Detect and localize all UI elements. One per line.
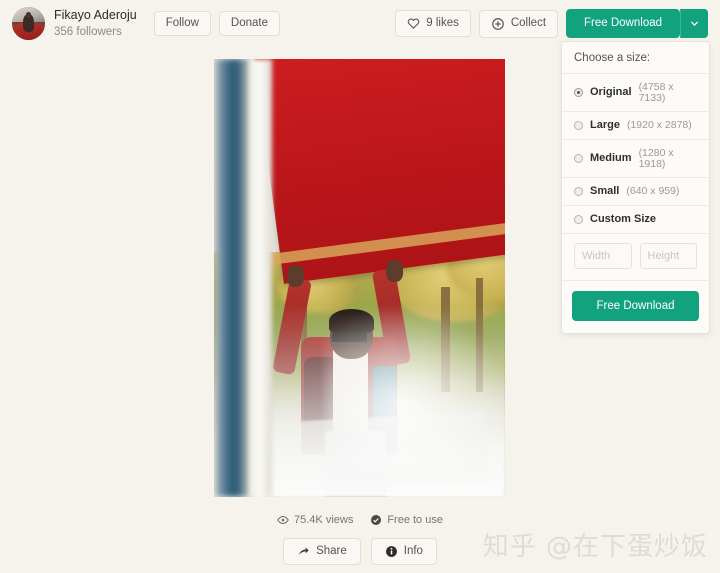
panel-free-download-button[interactable]: Free Download — [572, 291, 699, 321]
photo-image[interactable] — [214, 59, 505, 497]
size-option-dims: (640 x 959) — [626, 185, 680, 198]
size-option-label: Original — [590, 86, 632, 98]
custom-height-input[interactable] — [639, 243, 697, 269]
radio-icon-medium[interactable] — [574, 154, 583, 163]
size-option-label: Medium — [590, 152, 632, 164]
author-followers: 356 followers — [54, 26, 122, 39]
header-actions: 9 likes Collect Free Download — [395, 8, 708, 39]
info-button[interactable]: Info — [370, 538, 437, 565]
size-option-label: Small — [590, 185, 620, 197]
chevron-down-icon — [689, 18, 700, 29]
radio-icon-small[interactable] — [574, 187, 583, 196]
license-label: Free to use — [387, 514, 443, 526]
free-download-button[interactable]: Free Download — [566, 8, 680, 39]
collect-label: Collect — [510, 16, 547, 29]
custom-width-input[interactable] — [574, 243, 632, 269]
share-button[interactable]: Share — [283, 538, 361, 565]
size-option-dims: (1280 x 1918) — [638, 147, 674, 170]
size-option-dims: (1920 x 2878) — [626, 119, 692, 132]
size-option-custom[interactable]: Custom Size — [562, 206, 709, 234]
radio-icon-custom[interactable] — [574, 215, 583, 224]
license-stat: Free to use — [370, 514, 443, 526]
follow-button[interactable]: Follow — [153, 10, 211, 37]
size-panel-title: Choose a size: — [562, 42, 709, 74]
likes-label: 9 likes — [426, 16, 459, 29]
size-option-label: Custom Size — [590, 213, 657, 225]
collect-button[interactable]: Collect — [478, 9, 559, 38]
author-name: Fikayo Aderoju — [54, 7, 137, 22]
check-circle-icon — [370, 514, 382, 526]
photo-detail-page: Fikayo Aderoju 356 followers Follow Dona… — [0, 0, 720, 573]
free-download-dropdown-toggle[interactable] — [680, 8, 708, 39]
author-text: Fikayo Aderoju 356 followers — [54, 8, 137, 40]
photo-stats: 75.4K views Free to use — [0, 514, 720, 526]
size-option-label: Large — [590, 119, 620, 131]
info-label: Info — [403, 544, 423, 557]
plus-circle-icon — [491, 17, 505, 31]
size-option-small[interactable]: Small (640 x 959) — [562, 178, 709, 206]
heart-icon — [407, 17, 420, 30]
size-option-original[interactable]: Original (4758 x 7133) — [562, 74, 709, 112]
page-header: Fikayo Aderoju 356 followers Follow Dona… — [0, 0, 720, 47]
views-stat: 75.4K views — [277, 514, 353, 526]
author-block[interactable]: Fikayo Aderoju 356 followers — [12, 7, 137, 40]
size-option-medium[interactable]: Medium (1280 x 1918) — [562, 140, 709, 178]
info-icon — [385, 545, 398, 558]
custom-size-inputs — [562, 234, 709, 281]
views-label: 75.4K views — [294, 514, 354, 526]
panel-download-wrap: Free Download — [562, 281, 709, 333]
size-option-dims: (4758 x 7133) — [638, 81, 674, 104]
author-actions: Follow Donate — [153, 10, 281, 37]
size-option-large[interactable]: Large (1920 x 2878) — [562, 112, 709, 140]
zhihu-watermark: 知乎 @在下蛋炒饭 — [482, 532, 708, 562]
avatar[interactable] — [12, 7, 45, 40]
eye-icon — [277, 514, 289, 526]
donate-button[interactable]: Donate — [218, 10, 281, 37]
radio-icon-original[interactable] — [574, 88, 583, 97]
likes-button[interactable]: 9 likes — [395, 10, 471, 37]
share-label: Share — [316, 544, 347, 557]
share-arrow-icon — [297, 545, 310, 558]
size-dropdown-panel: Choose a size: Original (4758 x 7133) La… — [561, 41, 710, 334]
radio-icon-large[interactable] — [574, 121, 583, 130]
free-download-group: Free Download — [566, 8, 708, 39]
